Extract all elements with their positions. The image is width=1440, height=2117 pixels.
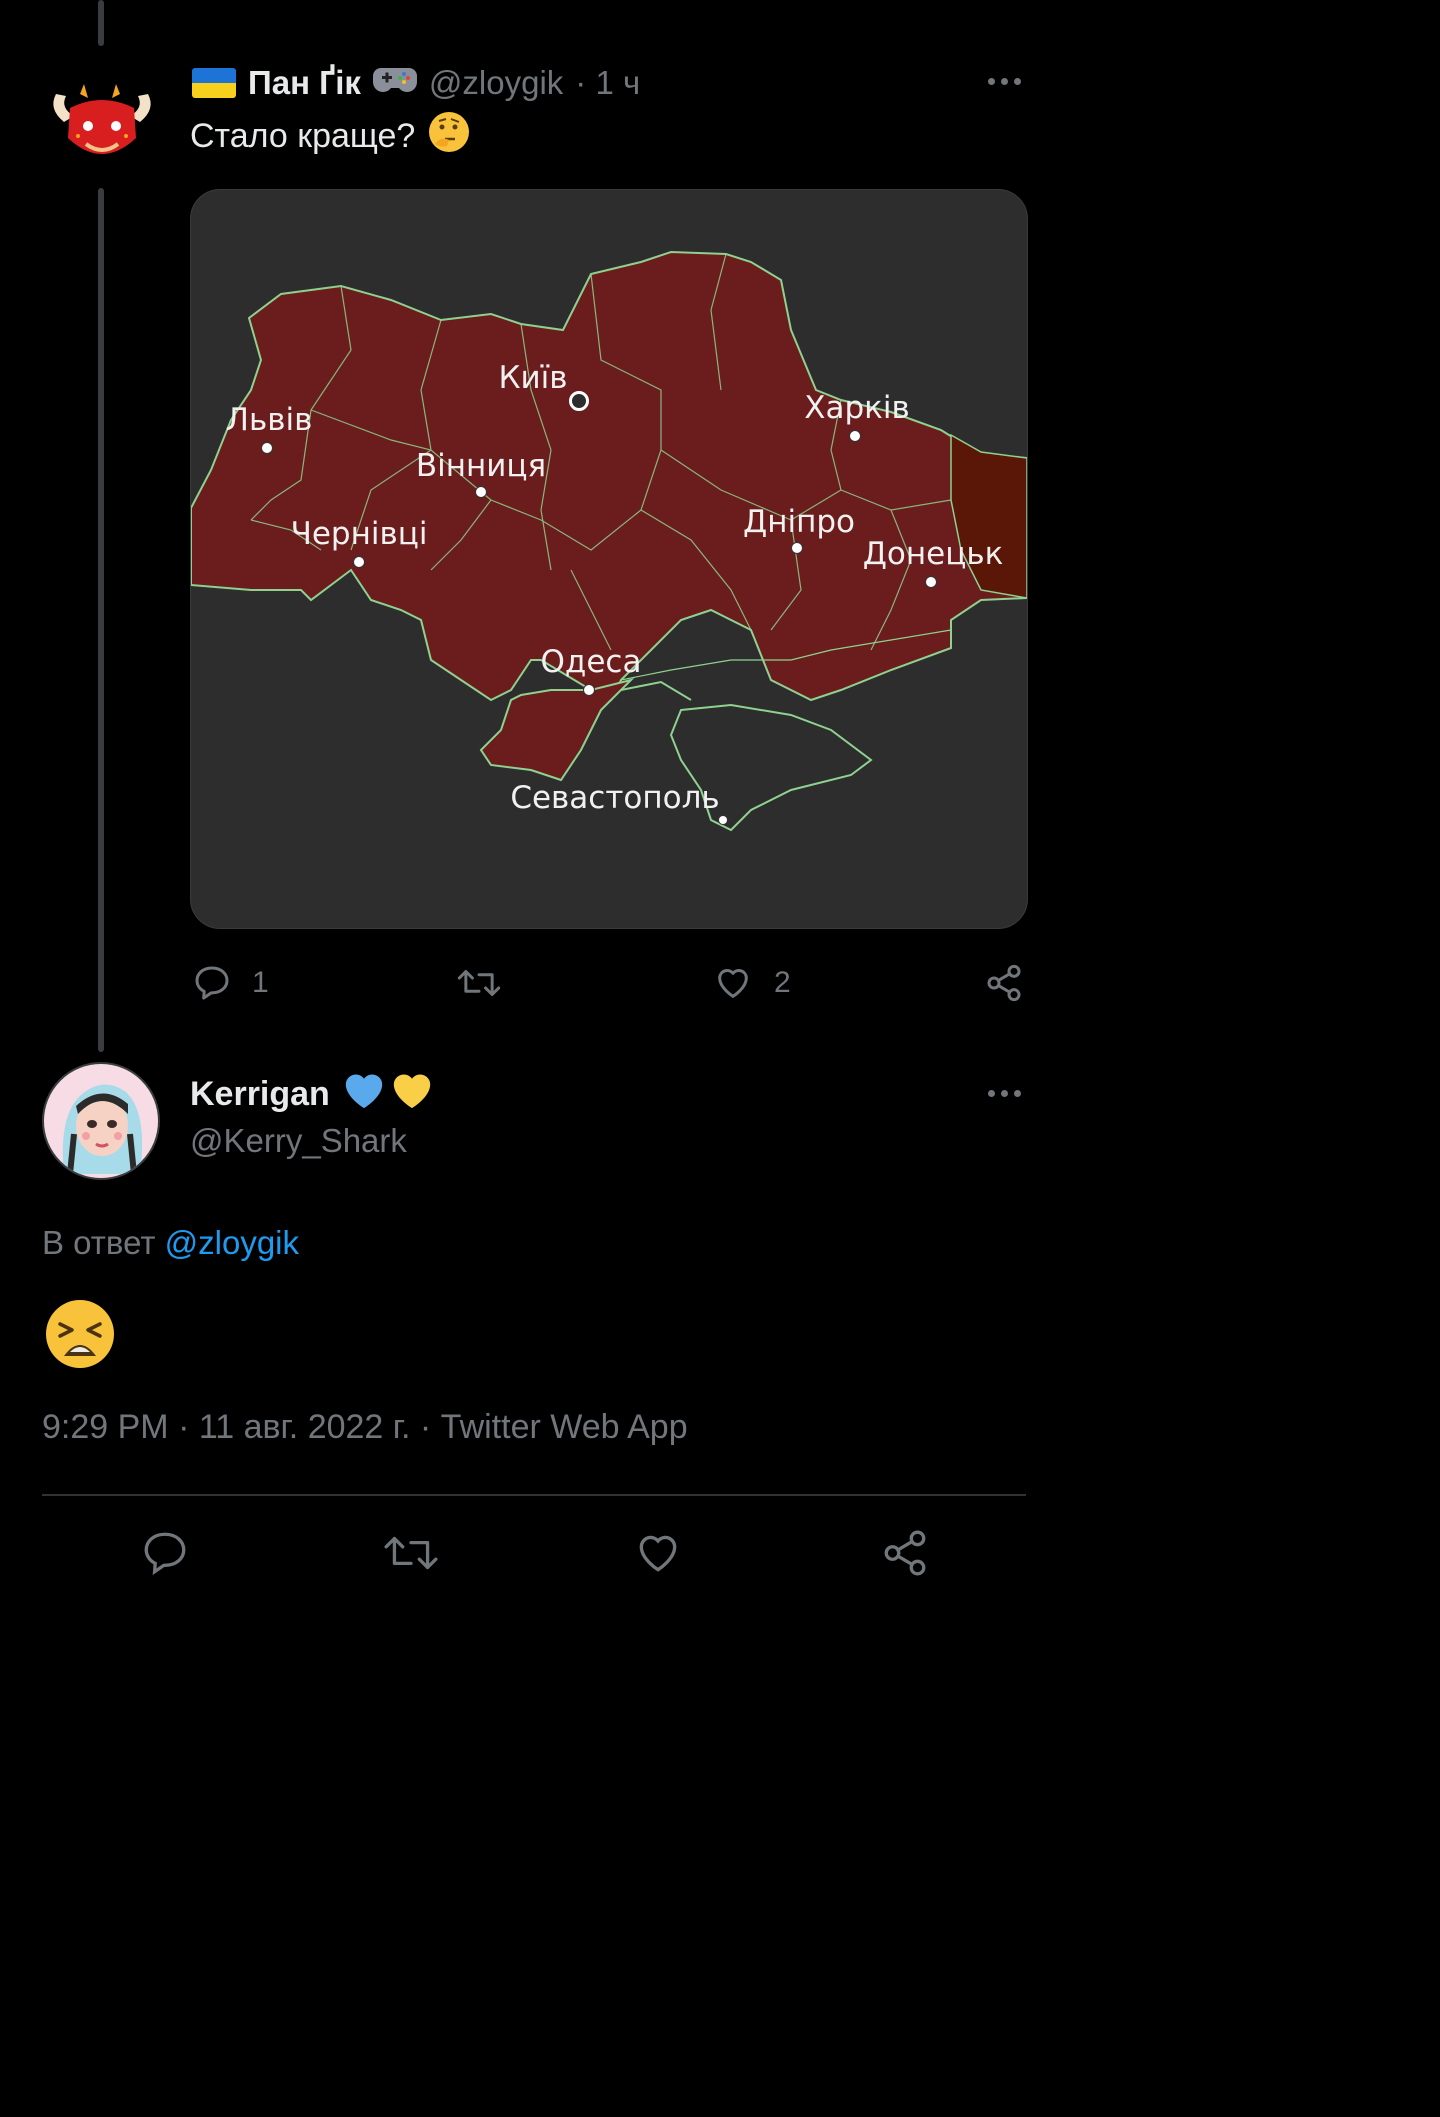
like-icon: [639, 1535, 677, 1572]
retweet-icon: [384, 1536, 438, 1570]
tweet-text: Стало краще?: [190, 116, 416, 155]
map-dot-lviv: [261, 442, 273, 454]
thread-line-top: [98, 0, 104, 46]
share-icon: [987, 964, 1021, 1002]
like-count: 2: [774, 966, 791, 999]
map-dot-vinnytsia: [475, 486, 487, 498]
avatar-kerry-shark[interactable]: [42, 1062, 160, 1180]
map-dot-donetsk: [925, 576, 937, 588]
map-label-kyiv: Київ: [498, 360, 568, 396]
ukraine-flag-icon: [192, 68, 236, 98]
author-name[interactable]: Пан Ґік: [248, 64, 361, 102]
bottom-reply-button[interactable]: [140, 1528, 190, 1578]
reply-author-handle[interactable]: @Kerry_Shark: [190, 1122, 407, 1160]
like-button[interactable]: 2: [712, 962, 791, 1004]
map-dot-odesa: [583, 684, 595, 696]
map-label-odesa: Одеса: [540, 644, 642, 680]
map-dot-dnipro: [791, 542, 803, 554]
tweet-meta: 9:29 PM · 11 авг. 2022 г. · Twitter Web …: [42, 1408, 688, 1446]
bottom-share-button[interactable]: [880, 1528, 930, 1578]
tweet-time[interactable]: · 1 ч: [575, 64, 640, 102]
reply-author-row: Kerrigan: [190, 1070, 434, 1118]
reply-to-handle[interactable]: @zloygik: [165, 1224, 299, 1261]
map-label-vinnytsia: Вінниця: [415, 448, 547, 484]
share-icon: [884, 1530, 926, 1576]
reply-button[interactable]: 1: [192, 962, 269, 1004]
map-label-kharkiv: Харків: [804, 390, 910, 426]
map-dot-kyiv: [569, 391, 589, 411]
retweet-button[interactable]: [456, 962, 502, 1004]
media-image[interactable]: Київ Львів Вінниця Харків Чернівці Дніпр…: [190, 189, 1028, 929]
tweet-header: Пан Ґік @zloygik · 1 ч: [192, 62, 640, 104]
weary-face-emoji: [44, 1298, 116, 1375]
gamepad-icon: [372, 64, 417, 102]
yellow-heart-icon: [390, 1070, 434, 1119]
map-label-lviv: Львів: [225, 402, 313, 438]
avatar-zloygik[interactable]: [46, 64, 158, 176]
reply-prefix: В ответ: [42, 1224, 156, 1261]
map-dot-sevastopol: [718, 815, 728, 825]
thinking-face-emoji: [427, 110, 471, 163]
reply-author-name[interactable]: Kerrigan: [190, 1075, 330, 1114]
reply-icon: [195, 966, 229, 1000]
map-label-chernivtsi: Чернівці: [290, 516, 428, 552]
map-dot-kharkiv: [849, 430, 861, 442]
divider: [42, 1494, 1026, 1496]
thread-line: [98, 188, 104, 1052]
map-label-sevastopol: Севастополь: [510, 780, 720, 816]
retweet-icon: [457, 970, 501, 996]
more-icon[interactable]: [988, 78, 1021, 85]
reply-icon: [144, 1532, 186, 1576]
map-dot-chernivtsi: [353, 556, 365, 568]
bottom-retweet-button[interactable]: [382, 1528, 440, 1578]
blue-heart-icon: [342, 1070, 386, 1119]
reply-count: 1: [252, 966, 269, 999]
share-button[interactable]: [984, 962, 1024, 1004]
reply-more-icon[interactable]: [988, 1090, 1021, 1097]
tweet-text-row: Стало краще?: [190, 110, 471, 163]
like-icon: [718, 969, 748, 998]
author-handle[interactable]: @zloygik: [429, 64, 563, 102]
replying-to: В ответ @zloygik: [42, 1224, 299, 1262]
map-label-donetsk: Донецьк: [862, 536, 1004, 572]
map-label-dnipro: Дніпро: [742, 504, 856, 540]
bottom-like-button[interactable]: [632, 1528, 684, 1578]
